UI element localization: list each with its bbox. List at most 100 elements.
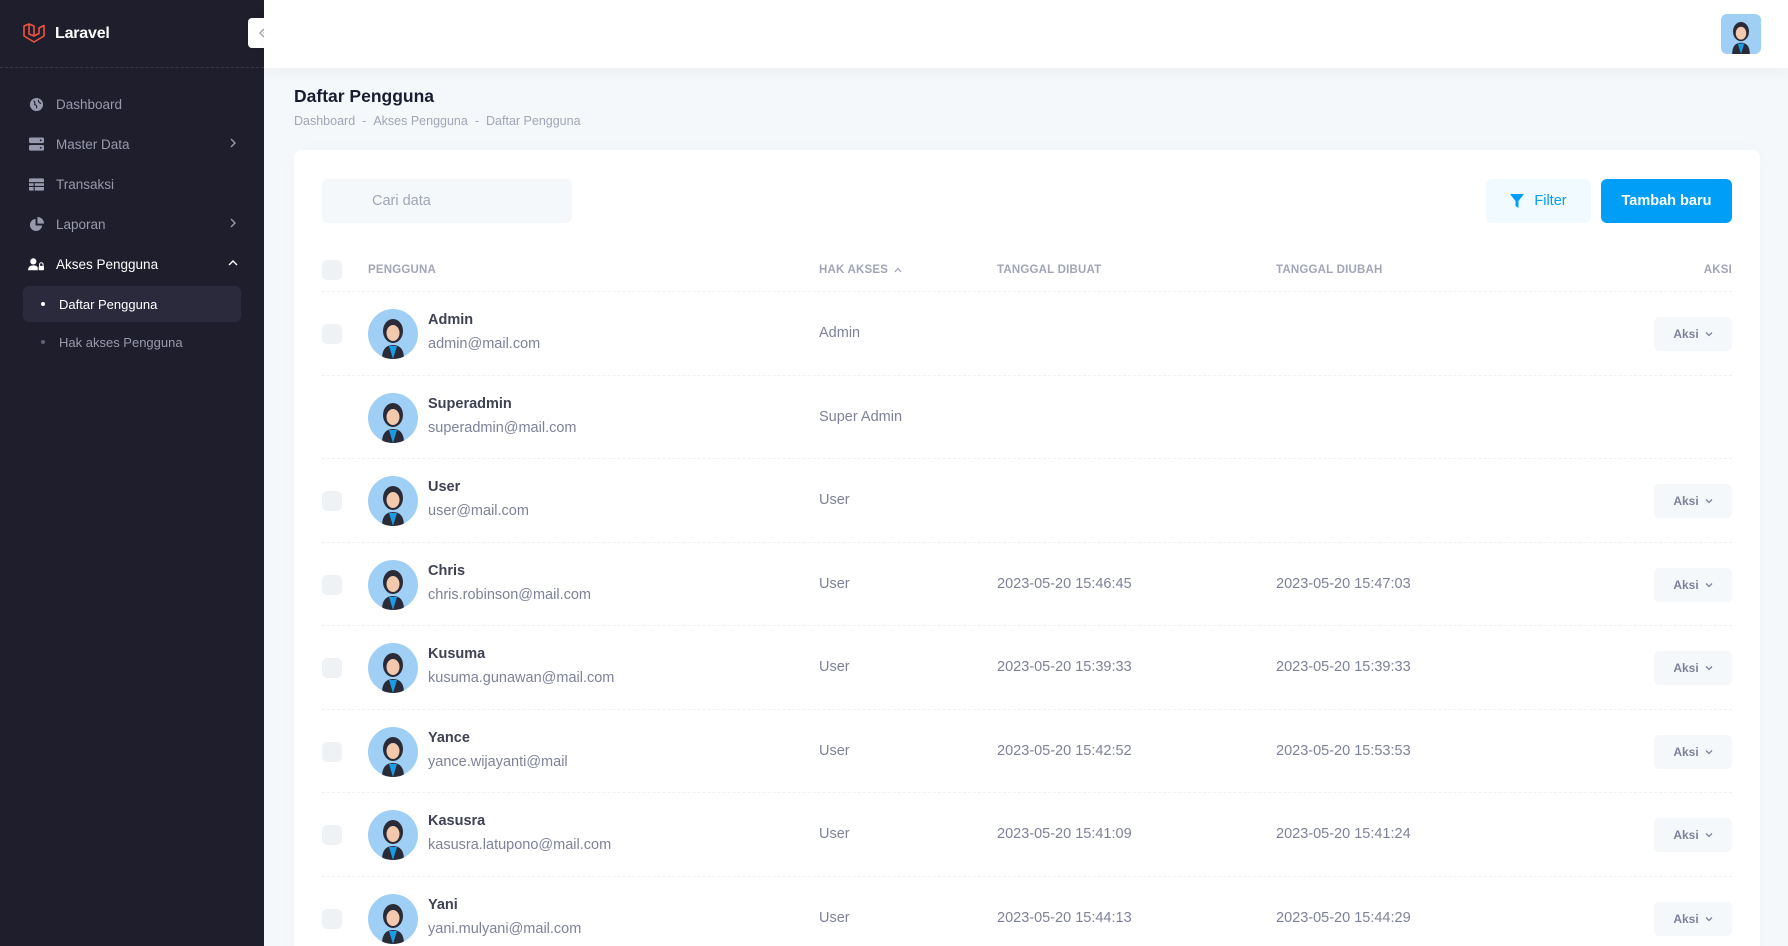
- page-title: Daftar Pengguna: [294, 86, 435, 106]
- row-action-label: Aksi: [1673, 911, 1699, 926]
- column-header-pengguna[interactable]: Pengguna: [368, 264, 436, 276]
- row-action-button[interactable]: Aksi: [1654, 651, 1732, 685]
- table-row: Yance yance.wijayanti@mail User 2023-05-…: [322, 710, 1732, 793]
- sort-ascending-icon: [894, 267, 902, 273]
- page-toolbar: Daftar Pengguna Dashboard - Akses Penggu…: [294, 86, 581, 128]
- chevron-down-icon: [1705, 499, 1713, 504]
- users-card: Filter Tambah baru Pengguna Hak Akses Ta…: [294, 150, 1760, 946]
- search-input[interactable]: [322, 179, 572, 223]
- sidebar-item-label: Laporan: [56, 216, 106, 232]
- filter-button-label: Filter: [1534, 193, 1567, 209]
- add-new-button[interactable]: Tambah baru: [1601, 179, 1732, 223]
- user-email: yani.mulyani@mail.com: [428, 920, 582, 937]
- updated-date: 2023-05-20 15:44:29: [1276, 909, 1411, 926]
- table-row: Admin admin@mail.com Admin Aksi: [322, 292, 1732, 376]
- sidebar-subitem-hak-akses-pengguna[interactable]: Hak akses Pengguna: [23, 324, 241, 360]
- pie-chart-icon: [28, 216, 44, 232]
- row-checkbox[interactable]: [322, 574, 342, 595]
- filter-button[interactable]: Filter: [1486, 179, 1591, 223]
- user-name[interactable]: Admin: [428, 312, 473, 328]
- row-action-label: Aksi: [1673, 494, 1699, 508]
- avatar-icon: [368, 476, 418, 526]
- sidebar-item-label: Dashboard: [56, 96, 123, 112]
- avatar: [368, 726, 418, 777]
- row-action-button[interactable]: Aksi: [1654, 818, 1732, 852]
- user-lock-icon: [28, 256, 44, 272]
- sidebar-item-transaksi[interactable]: Transaksi: [0, 164, 264, 204]
- updated-date: 2023-05-20 15:39:33: [1276, 659, 1411, 675]
- user-name[interactable]: Superadmin: [428, 396, 512, 412]
- row-checkbox[interactable]: [322, 324, 342, 344]
- breadcrumb-item-current: Daftar Pengguna: [486, 114, 581, 128]
- sidebar-subitem-daftar-pengguna[interactable]: Daftar Pengguna: [23, 286, 241, 322]
- sidebar-item-label: Akses Pengguna: [56, 256, 159, 272]
- column-header-hak-akses[interactable]: Hak Akses: [819, 264, 902, 276]
- sidebar-item-akses-pengguna[interactable]: Akses Pengguna: [0, 244, 264, 284]
- row-checkbox[interactable]: [322, 741, 342, 762]
- row-checkbox[interactable]: [322, 908, 342, 929]
- column-header-tanggal-diubah[interactable]: Tanggal Diubah: [1276, 264, 1383, 276]
- row-action-label: Aksi: [1673, 661, 1699, 675]
- user-name[interactable]: Kasusra: [428, 813, 485, 829]
- user-email: yance.wijayanti@mail: [428, 753, 568, 770]
- sidebar: Laravel Dashboard Master Data Transaksi: [0, 0, 280, 946]
- top-header: [264, 0, 1788, 68]
- user-role: User: [819, 909, 850, 926]
- row-action-button[interactable]: Aksi: [1654, 484, 1732, 518]
- user-name[interactable]: Kusuma: [428, 646, 485, 662]
- user-name[interactable]: Yance: [428, 730, 470, 746]
- column-header-aksi: Aksi: [1703, 264, 1732, 276]
- avatar-icon: [1721, 14, 1761, 54]
- column-header-tanggal-dibuat[interactable]: Tanggal Dibuat: [997, 264, 1101, 276]
- avatar: [368, 392, 418, 443]
- sidebar-item-label: Master Data: [56, 136, 130, 152]
- sidebar-subitem-label: Hak akses Pengguna: [59, 334, 183, 350]
- user-role: User: [819, 826, 850, 842]
- chevron-down-icon: [1705, 582, 1713, 587]
- user-email: superadmin@mail.com: [428, 419, 577, 436]
- user-name[interactable]: Yani: [428, 897, 458, 913]
- row-action-label: Aksi: [1673, 327, 1699, 341]
- table-icon: [28, 176, 44, 192]
- sidebar-item-dashboard[interactable]: Dashboard: [0, 84, 264, 124]
- sidebar-menu: Dashboard Master Data Transaksi Laporan: [0, 68, 264, 360]
- sidebar-item-laporan[interactable]: Laporan: [0, 204, 264, 244]
- created-date: 2023-05-20 15:46:45: [997, 575, 1132, 592]
- laravel-logo-icon[interactable]: [22, 22, 46, 46]
- table-row: User user@mail.com User Aksi: [322, 459, 1732, 543]
- user-email: chris.robinson@mail.com: [428, 586, 591, 603]
- avatar-icon: [368, 559, 418, 610]
- globe-icon: [28, 96, 44, 112]
- user-name[interactable]: User: [428, 479, 460, 495]
- user-role: User: [819, 659, 850, 675]
- row-checkbox[interactable]: [322, 658, 342, 678]
- avatar: [368, 810, 418, 860]
- row-action-button[interactable]: Aksi: [1654, 901, 1732, 936]
- sidebar-item-master-data[interactable]: Master Data: [0, 124, 264, 164]
- user-avatar-button[interactable]: [1721, 14, 1761, 54]
- row-action-button[interactable]: Aksi: [1654, 734, 1732, 769]
- user-email: user@mail.com: [428, 503, 529, 519]
- user-name[interactable]: Chris: [428, 563, 465, 579]
- brand-name: Laravel: [55, 24, 110, 42]
- breadcrumb-item-akses-pengguna[interactable]: Akses Pengguna: [373, 114, 468, 128]
- created-date: 2023-05-20 15:44:13: [997, 909, 1132, 926]
- user-role: User: [819, 492, 850, 508]
- column-header-label: Hak Akses: [819, 264, 889, 276]
- row-checkbox[interactable]: [322, 491, 342, 511]
- row-action-button[interactable]: Aksi: [1654, 567, 1732, 602]
- avatar: [368, 643, 418, 693]
- server-icon: [28, 136, 44, 152]
- created-date: 2023-05-20 15:42:52: [997, 742, 1132, 759]
- breadcrumb-item-dashboard[interactable]: Dashboard: [294, 114, 355, 128]
- avatar-icon: [368, 810, 418, 860]
- user-role: User: [819, 575, 850, 592]
- updated-date: 2023-05-20 15:47:03: [1276, 575, 1411, 592]
- chevron-down-icon: [1705, 332, 1713, 337]
- table-row: Superadmin superadmin@mail.com Super Adm…: [322, 376, 1732, 459]
- user-role: Admin: [819, 325, 861, 341]
- select-all-checkbox[interactable]: [322, 260, 342, 280]
- row-action-button[interactable]: Aksi: [1654, 317, 1732, 351]
- table-row: Kasusra kasusra.latupono@mail.com User 2…: [322, 793, 1732, 877]
- row-checkbox[interactable]: [322, 825, 342, 845]
